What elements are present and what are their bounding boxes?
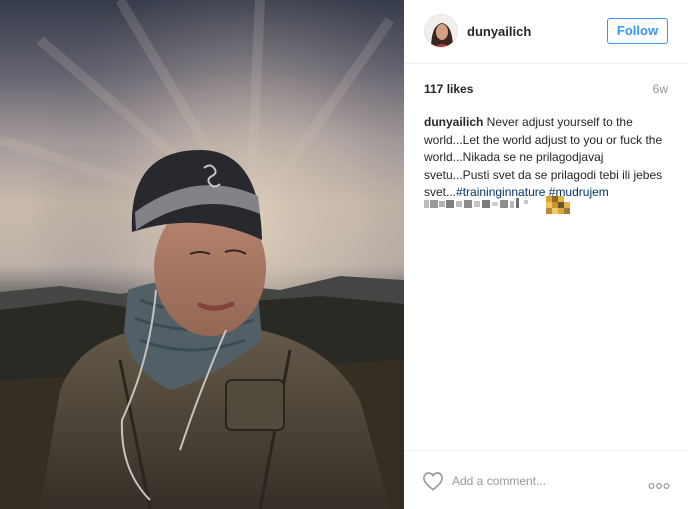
avatar[interactable] (424, 14, 458, 48)
likes-count[interactable]: 117 likes (424, 82, 473, 96)
post-details-panel: dunyailich Follow 117 likes 6w dunyailic… (404, 0, 688, 509)
avatar-image (425, 15, 457, 47)
ellipsis-icon[interactable] (648, 477, 670, 490)
comment-bar (404, 450, 688, 509)
follow-button[interactable]: Follow (607, 18, 668, 44)
heart-icon[interactable] (422, 471, 444, 491)
post-photo[interactable] (0, 0, 404, 509)
post-caption: dunyailich Never adjust yourself to the … (424, 114, 670, 202)
comment-input[interactable] (452, 470, 632, 492)
post-timestamp[interactable]: 6w (653, 82, 668, 96)
caption-author-link[interactable]: dunyailich (424, 115, 483, 129)
post-header: dunyailich Follow (404, 0, 688, 64)
selfie-photo-illustration (0, 0, 404, 509)
pixelated-emoji-row (424, 196, 570, 214)
username-link[interactable]: dunyailich (467, 24, 531, 39)
